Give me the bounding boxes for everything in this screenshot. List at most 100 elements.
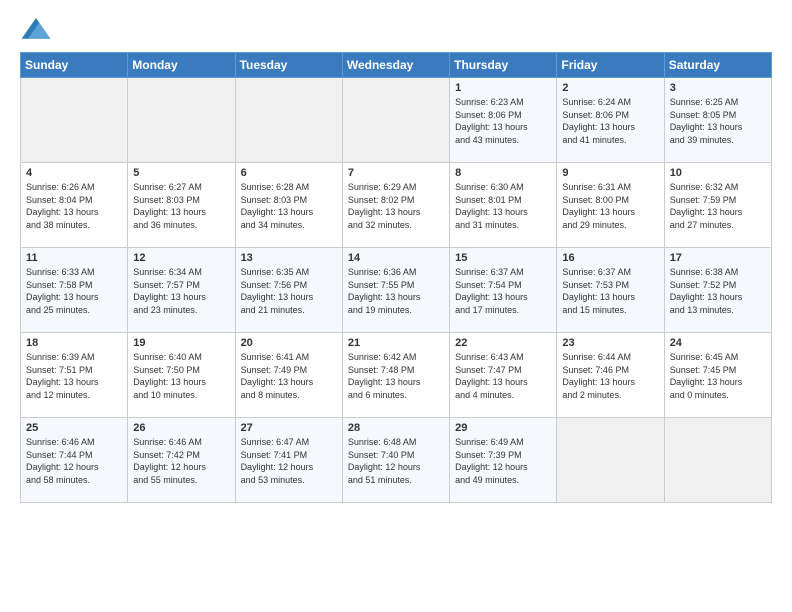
calendar-day-cell: 20Sunrise: 6:41 AM Sunset: 7:49 PM Dayli… [235,333,342,418]
day-info: Sunrise: 6:43 AM Sunset: 7:47 PM Dayligh… [455,351,551,401]
day-of-week-header: Monday [128,53,235,78]
day-info: Sunrise: 6:44 AM Sunset: 7:46 PM Dayligh… [562,351,658,401]
day-number: 4 [26,167,122,179]
day-info: Sunrise: 6:46 AM Sunset: 7:44 PM Dayligh… [26,436,122,486]
day-info: Sunrise: 6:38 AM Sunset: 7:52 PM Dayligh… [670,266,766,316]
day-info: Sunrise: 6:31 AM Sunset: 8:00 PM Dayligh… [562,181,658,231]
logo-icon [20,16,52,44]
calendar-day-cell: 17 Sunrise: 6:38 AM Sunset: 7:52 PM Dayli… [664,248,771,333]
day-number: 6 [241,167,337,179]
calendar-day-cell [342,78,449,163]
calendar-day-cell [664,418,771,503]
calendar-day-cell: 15 Sunrise: 6:37 AM Sunset: 7:54 PM Dayli… [450,248,557,333]
calendar-day-cell: 6Sunrise: 6:28 AM Sunset: 8:03 PM Daylig… [235,163,342,248]
day-info: Sunrise: 6:33 AM Sunset: 7:58 PM Dayligh… [26,266,122,316]
day-number: 24 [670,337,766,349]
calendar-day-cell: 5Sunrise: 6:27 AM Sunset: 8:03 PM Daylig… [128,163,235,248]
day-number: 2 [562,82,658,94]
calendar-week-row: 11 Sunrise: 6:33 AM Sunset: 7:58 PM Dayli… [21,248,772,333]
day-info: Sunrise: 6:34 AM Sunset: 7:57 PM Dayligh… [133,266,229,316]
day-number: 3 [670,82,766,94]
day-number: 15 [455,252,551,264]
calendar-day-cell: 8 Sunrise: 6:30 AM Sunset: 8:01 PM Daylig… [450,163,557,248]
calendar-day-cell: 12 Sunrise: 6:34 AM Sunset: 7:57 PM Dayli… [128,248,235,333]
day-info: Sunrise: 6:23 AM Sunset: 8:06 PM Dayligh… [455,96,551,146]
days-of-week-row: SundayMondayTuesdayWednesdayThursdayFrid… [21,53,772,78]
day-number: 21 [348,337,444,349]
day-of-week-header: Tuesday [235,53,342,78]
day-info: Sunrise: 6:47 AM Sunset: 7:41 PM Dayligh… [241,436,337,486]
calendar-week-row: 4 Sunrise: 6:26 AM Sunset: 8:04 PM Daylig… [21,163,772,248]
day-number: 7 [348,167,444,179]
day-info: Sunrise: 6:41 AM Sunset: 7:49 PM Dayligh… [241,351,337,401]
calendar-day-cell: 14 Sunrise: 6:36 AM Sunset: 7:55 PM Dayli… [342,248,449,333]
day-number: 16 [562,252,658,264]
day-info: Sunrise: 6:30 AM Sunset: 8:01 PM Dayligh… [455,181,551,231]
calendar-day-cell: 28 Sunrise: 6:48 AM Sunset: 7:40 PM Dayli… [342,418,449,503]
calendar-week-row: 25 Sunrise: 6:46 AM Sunset: 7:44 PM Dayli… [21,418,772,503]
day-number: 23 [562,337,658,349]
calendar-day-cell: 27 Sunrise: 6:47 AM Sunset: 7:41 PM Dayli… [235,418,342,503]
day-info: Sunrise: 6:26 AM Sunset: 8:04 PM Dayligh… [26,181,122,231]
day-number: 13 [241,252,337,264]
day-number: 28 [348,422,444,434]
day-number: 25 [26,422,122,434]
day-number: 10 [670,167,766,179]
day-number: 19 [133,337,229,349]
calendar-day-cell: 25 Sunrise: 6:46 AM Sunset: 7:44 PM Dayli… [21,418,128,503]
calendar-day-cell: 18 Sunrise: 6:39 AM Sunset: 7:51 PM Dayli… [21,333,128,418]
calendar-week-row: 1 Sunrise: 6:23 AM Sunset: 8:06 PM Daylig… [21,78,772,163]
calendar-day-cell: 21Sunrise: 6:42 AM Sunset: 7:48 PM Dayli… [342,333,449,418]
day-info: Sunrise: 6:27 AM Sunset: 8:03 PM Dayligh… [133,181,229,231]
day-of-week-header: Friday [557,53,664,78]
page: SundayMondayTuesdayWednesdayThursdayFrid… [0,0,792,612]
day-number: 12 [133,252,229,264]
day-info: Sunrise: 6:29 AM Sunset: 8:02 PM Dayligh… [348,181,444,231]
day-number: 29 [455,422,551,434]
day-number: 26 [133,422,229,434]
day-info: Sunrise: 6:45 AM Sunset: 7:45 PM Dayligh… [670,351,766,401]
day-number: 9 [562,167,658,179]
day-number: 18 [26,337,122,349]
calendar-day-cell [557,418,664,503]
calendar-day-cell: 7 Sunrise: 6:29 AM Sunset: 8:02 PM Daylig… [342,163,449,248]
calendar-day-cell: 24 Sunrise: 6:45 AM Sunset: 7:45 PM Dayli… [664,333,771,418]
day-of-week-header: Sunday [21,53,128,78]
day-info: Sunrise: 6:48 AM Sunset: 7:40 PM Dayligh… [348,436,444,486]
logo [20,16,56,44]
day-number: 1 [455,82,551,94]
day-info: Sunrise: 6:36 AM Sunset: 7:55 PM Dayligh… [348,266,444,316]
calendar-week-row: 18 Sunrise: 6:39 AM Sunset: 7:51 PM Dayli… [21,333,772,418]
day-number: 14 [348,252,444,264]
day-info: Sunrise: 6:39 AM Sunset: 7:51 PM Dayligh… [26,351,122,401]
calendar-day-cell: 16 Sunrise: 6:37 AM Sunset: 7:53 PM Dayli… [557,248,664,333]
day-number: 17 [670,252,766,264]
calendar-day-cell: 3 Sunrise: 6:25 AM Sunset: 8:05 PM Daylig… [664,78,771,163]
calendar-header: SundayMondayTuesdayWednesdayThursdayFrid… [21,53,772,78]
calendar-day-cell [21,78,128,163]
calendar-day-cell: 22Sunrise: 6:43 AM Sunset: 7:47 PM Dayli… [450,333,557,418]
day-of-week-header: Thursday [450,53,557,78]
day-info: Sunrise: 6:35 AM Sunset: 7:56 PM Dayligh… [241,266,337,316]
day-info: Sunrise: 6:32 AM Sunset: 7:59 PM Dayligh… [670,181,766,231]
calendar-day-cell: 13 Sunrise: 6:35 AM Sunset: 7:56 PM Dayli… [235,248,342,333]
day-info: Sunrise: 6:25 AM Sunset: 8:05 PM Dayligh… [670,96,766,146]
day-info: Sunrise: 6:37 AM Sunset: 7:54 PM Dayligh… [455,266,551,316]
day-of-week-header: Wednesday [342,53,449,78]
day-number: 11 [26,252,122,264]
calendar-day-cell: 29Sunrise: 6:49 AM Sunset: 7:39 PM Dayli… [450,418,557,503]
calendar-day-cell: 4 Sunrise: 6:26 AM Sunset: 8:04 PM Daylig… [21,163,128,248]
day-number: 27 [241,422,337,434]
day-number: 8 [455,167,551,179]
calendar-table: SundayMondayTuesdayWednesdayThursdayFrid… [20,52,772,503]
calendar-day-cell [128,78,235,163]
calendar-day-cell: 1 Sunrise: 6:23 AM Sunset: 8:06 PM Daylig… [450,78,557,163]
calendar-day-cell: 11 Sunrise: 6:33 AM Sunset: 7:58 PM Dayli… [21,248,128,333]
day-info: Sunrise: 6:37 AM Sunset: 7:53 PM Dayligh… [562,266,658,316]
calendar-day-cell: 23 Sunrise: 6:44 AM Sunset: 7:46 PM Dayli… [557,333,664,418]
calendar-day-cell: 19 Sunrise: 6:40 AM Sunset: 7:50 PM Dayli… [128,333,235,418]
calendar-day-cell [235,78,342,163]
day-info: Sunrise: 6:46 AM Sunset: 7:42 PM Dayligh… [133,436,229,486]
day-info: Sunrise: 6:40 AM Sunset: 7:50 PM Dayligh… [133,351,229,401]
calendar-day-cell: 10 Sunrise: 6:32 AM Sunset: 7:59 PM Dayli… [664,163,771,248]
